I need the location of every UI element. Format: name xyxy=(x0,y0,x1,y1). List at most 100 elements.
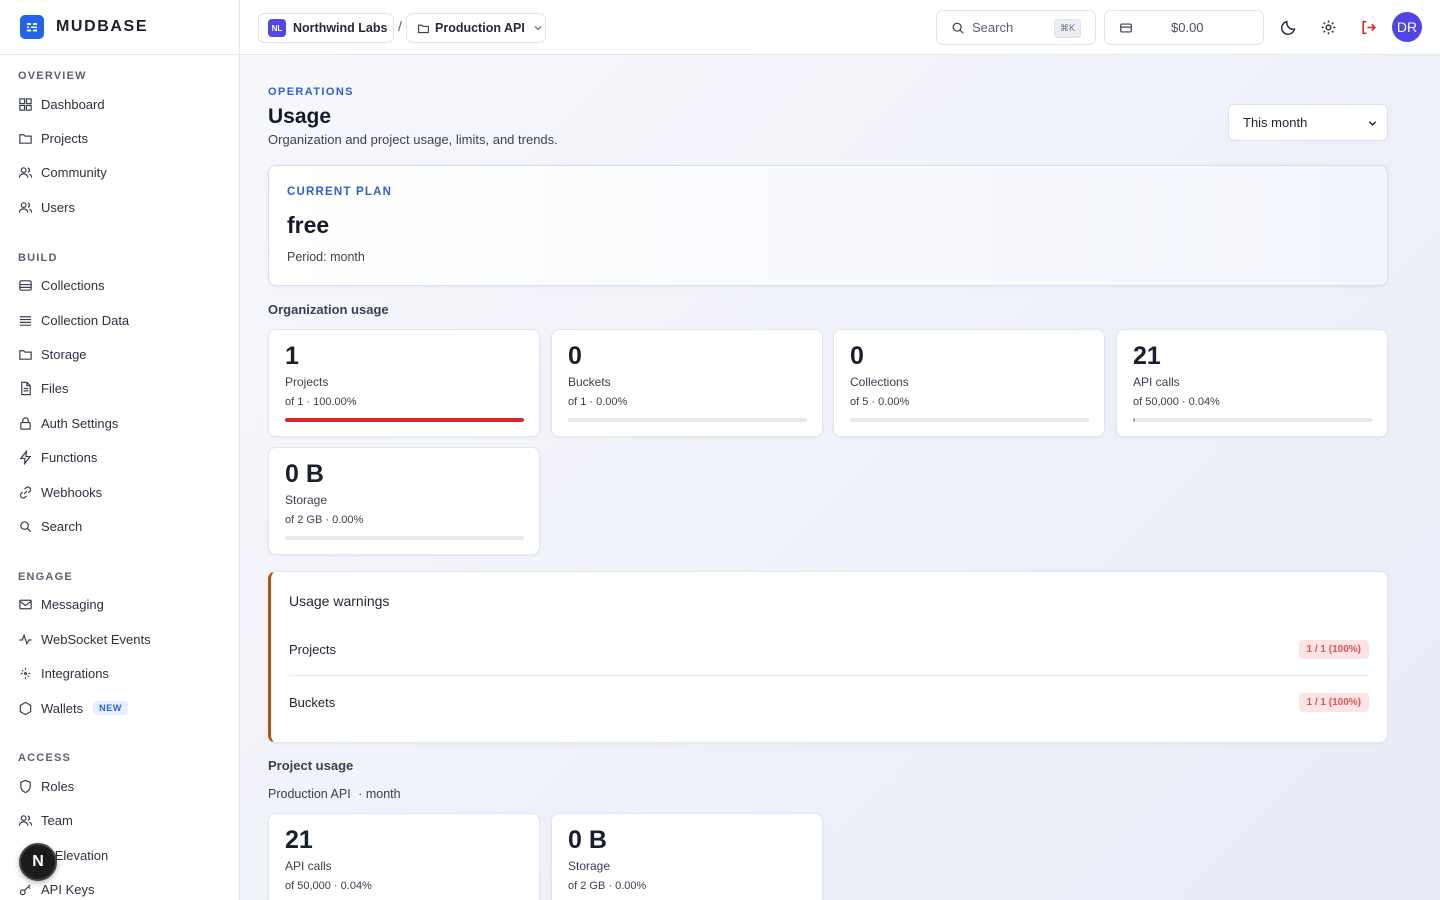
nav-section-access: ACCESS xyxy=(18,752,72,765)
new-badge: NEW xyxy=(93,701,128,716)
file-icon xyxy=(21,382,31,396)
hexagon-icon xyxy=(19,701,32,715)
metric-limit: of 2 GB · 0.00% xyxy=(285,514,364,526)
sidebar: MUDBASE OVERVIEW Dashboard Projects Comm… xyxy=(0,0,240,900)
metric-progress-bar xyxy=(285,418,524,422)
settings-button[interactable] xyxy=(1318,17,1338,37)
sidebar-item-label: Storage xyxy=(41,347,87,363)
plan-period: Period: month xyxy=(287,250,365,264)
brand-logo-icon xyxy=(20,15,44,39)
sidebar-item-projects[interactable]: Projects xyxy=(0,121,239,155)
metric-limit: of 1 · 100.00% xyxy=(285,396,357,408)
warning-row-projects: Projects 1 / 1 (100%) xyxy=(289,624,1369,676)
sidebar-item-label: Auth Settings xyxy=(41,415,119,431)
sidebar-item-integrations[interactable]: Integrations xyxy=(0,656,239,690)
nav-section-overview: OVERVIEW xyxy=(18,70,87,82)
project-metric-card-api-calls: 21 API calls of 50,000 · 0.04% xyxy=(268,813,540,900)
metric-progress-bar xyxy=(285,536,524,540)
sidebar-item-websocket-events[interactable]: WebSocket Events xyxy=(0,622,239,656)
metric-value: 1 xyxy=(285,342,299,370)
metric-card-buckets: 0 Buckets of 1 · 0.00% xyxy=(551,329,823,437)
users-icon xyxy=(18,202,33,213)
search-button[interactable]: Search ⌘K xyxy=(936,10,1096,45)
metric-progress-bar xyxy=(850,418,1089,422)
metric-label: Storage xyxy=(568,859,611,873)
page-eyebrow: OPERATIONS xyxy=(268,86,354,98)
metric-label: Buckets xyxy=(568,375,611,389)
nav-section-engage: ENGAGE xyxy=(18,570,73,583)
project-switcher[interactable]: Production API xyxy=(406,13,546,43)
sidebar-item-label: Projects xyxy=(41,131,88,147)
sidebar-item-label: Search xyxy=(41,518,83,534)
sidebar-item-messaging[interactable]: Messaging xyxy=(0,588,239,622)
sidebar-item-label: Collections xyxy=(41,278,105,294)
user-avatar[interactable]: DR xyxy=(1392,12,1422,42)
moon-icon xyxy=(1280,20,1295,35)
sparkle-icon xyxy=(20,668,31,680)
logout-button[interactable] xyxy=(1358,17,1378,37)
sidebar-item-wallets[interactable]: Wallets NEW xyxy=(0,691,239,725)
theme-toggle-button[interactable] xyxy=(1278,17,1298,37)
metric-limit: of 50,000 · 0.04% xyxy=(1133,396,1220,408)
org-switcher[interactable]: NL Northwind Labs xyxy=(258,13,394,43)
sidebar-item-dashboard[interactable]: Dashboard xyxy=(0,87,239,121)
folder-icon xyxy=(19,350,32,360)
metric-label: Storage xyxy=(285,493,328,507)
sidebar-item-community[interactable]: Community xyxy=(0,156,239,190)
mail-icon xyxy=(19,600,32,610)
sidebar-item-label: WebSocket Events xyxy=(41,631,151,647)
period-select[interactable]: This month xyxy=(1228,104,1388,141)
warnings-title: Usage warnings xyxy=(289,593,390,609)
sidebar-item-files[interactable]: Files xyxy=(0,372,239,406)
plan-label: CURRENT PLAN xyxy=(287,186,393,198)
sidebar-item-functions[interactable]: Functions xyxy=(0,441,239,475)
sidebar-item-label: Community xyxy=(41,165,107,181)
project-usage-period: · month xyxy=(358,787,401,801)
search-shortcut: ⌘K xyxy=(1053,19,1081,38)
sidebar-item-label: Files xyxy=(41,381,69,397)
metric-value: 0 B xyxy=(568,826,607,854)
metric-progress-fill xyxy=(1133,418,1136,422)
sidebar-item-search[interactable]: Search xyxy=(0,509,239,543)
sidebar-item-storage[interactable]: Storage xyxy=(0,337,239,371)
sidebar-item-users[interactable]: Users xyxy=(0,190,239,224)
folder-icon xyxy=(418,24,429,33)
sidebar-item-label: Team xyxy=(41,813,73,829)
lock-icon xyxy=(20,417,31,430)
list-icon xyxy=(19,315,32,326)
bolt-icon xyxy=(19,450,32,466)
warning-row-buckets: Buckets 1 / 1 (100%) xyxy=(289,676,1369,728)
metric-value: 0 B xyxy=(285,460,324,488)
gear-icon xyxy=(1321,20,1335,34)
org-name: Northwind Labs xyxy=(293,21,388,35)
metric-progress-bar xyxy=(1133,418,1372,422)
project-name: Production API xyxy=(435,21,525,35)
sidebar-item-roles[interactable]: Roles xyxy=(0,769,239,803)
period-select-value: This month xyxy=(1243,115,1308,130)
usage-warnings-card: Usage warnings Projects 1 / 1 (100%) Buc… xyxy=(268,571,1388,743)
project-usage-title: Project usage xyxy=(268,758,354,773)
sidebar-item-auth-settings[interactable]: Auth Settings xyxy=(0,406,239,440)
sidebar-item-webhooks[interactable]: Webhooks xyxy=(0,475,239,509)
metric-limit: of 5 · 0.00% xyxy=(850,396,910,408)
sidebar-item-collections[interactable]: Collections xyxy=(0,269,239,303)
org-usage-title: Organization usage xyxy=(268,302,389,317)
warning-badge: 1 / 1 (100%) xyxy=(1298,692,1369,712)
current-plan-card: CURRENT PLAN free Period: month xyxy=(268,165,1388,286)
brand[interactable]: MUDBASE xyxy=(0,0,239,55)
org-avatar: NL xyxy=(268,19,286,37)
metric-label: Collections xyxy=(850,375,909,389)
page-subtitle: Organization and project usage, limits, … xyxy=(268,132,558,147)
credit-balance[interactable]: $0.00 xyxy=(1104,10,1264,45)
sidebar-item-label: Collection Data xyxy=(41,312,130,328)
warning-badge: 1 / 1 (100%) xyxy=(1298,640,1369,659)
sidebar-item-label: API Keys xyxy=(41,882,95,898)
sidebar-item-collection-data[interactable]: Collection Data xyxy=(0,303,239,337)
sidebar-item-label: Dashboard xyxy=(41,96,105,112)
dev-tools-button[interactable]: N xyxy=(19,843,57,881)
metric-limit: of 1 · 0.00% xyxy=(568,396,628,408)
sidebar-item-label: Roles xyxy=(41,778,75,794)
folder-icon xyxy=(19,134,32,144)
sidebar-item-team[interactable]: Team xyxy=(0,804,239,838)
users-icon xyxy=(18,815,33,827)
